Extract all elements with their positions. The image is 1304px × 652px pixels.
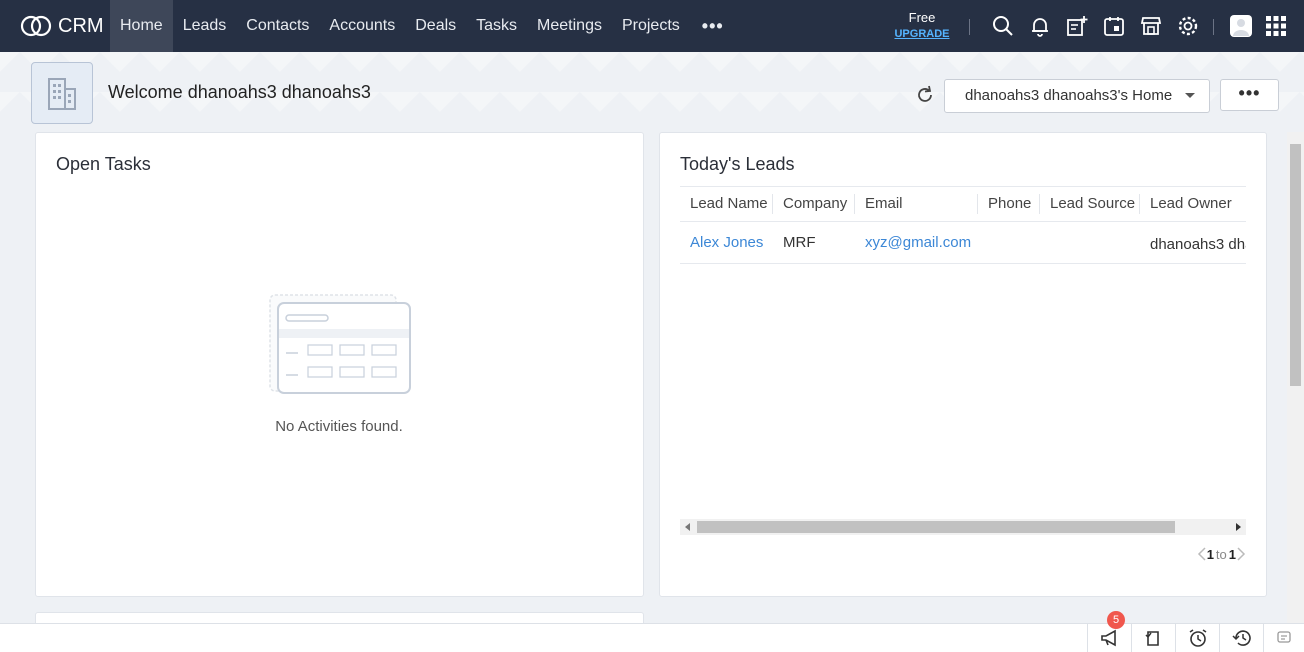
chat-icon[interactable]: [1263, 623, 1304, 652]
column-header-company[interactable]: Company: [773, 194, 855, 214]
plan-label: Free: [908, 10, 936, 25]
chevron-down-icon: [1185, 93, 1195, 98]
column-header-email[interactable]: Email: [855, 194, 978, 214]
search-icon[interactable]: [991, 14, 1015, 38]
apps-grid-icon[interactable]: [1264, 14, 1288, 38]
nav-tab-leads[interactable]: Leads: [173, 0, 237, 52]
page-to-label: to: [1215, 546, 1227, 562]
open-tasks-card: Open Tasks No Activities found.: [35, 132, 644, 597]
nav-tab-accounts[interactable]: Accounts: [319, 0, 405, 52]
refresh-icon[interactable]: [914, 84, 936, 106]
plan-info: Free UPGRADE: [892, 10, 952, 42]
add-note-icon[interactable]: [1065, 14, 1089, 38]
empty-state-text: No Activities found.: [275, 418, 403, 435]
lead-name-link[interactable]: Alex Jones: [680, 234, 773, 251]
page-vertical-scrollbar[interactable]: [1287, 132, 1304, 624]
crm-logo[interactable]: CRM: [0, 0, 110, 52]
more-options-button[interactable]: •••: [1220, 79, 1279, 111]
chevron-left-icon[interactable]: [1197, 546, 1207, 562]
pagination: 1 to 1: [1197, 546, 1246, 562]
nav-tab-tasks[interactable]: Tasks: [466, 0, 527, 52]
avatar[interactable]: [1229, 14, 1253, 38]
home-view-value: dhanoahs3 dhanoahs3's Home: [965, 87, 1173, 104]
nav-tab-home[interactable]: Home: [110, 0, 173, 52]
store-icon[interactable]: [1139, 14, 1163, 38]
leads-table: Lead Name Company Email Phone Lead Sourc…: [680, 186, 1246, 264]
home-view-dropdown[interactable]: dhanoahs3 dhanoahs3's Home: [944, 79, 1210, 113]
gear-icon[interactable]: [1176, 14, 1200, 38]
crm-logo-icon: [20, 15, 52, 37]
nav-more-button[interactable]: •••: [690, 0, 736, 52]
calendar-icon[interactable]: [1102, 14, 1126, 38]
scroll-left-icon[interactable]: [685, 523, 690, 531]
horizontal-scrollbar[interactable]: [680, 519, 1246, 535]
alarm-icon[interactable]: [1175, 623, 1219, 652]
upgrade-link[interactable]: UPGRADE: [892, 26, 952, 42]
page-to: 1: [1228, 546, 1236, 562]
page-from: 1: [1206, 546, 1214, 562]
chevron-right-icon[interactable]: [1236, 546, 1246, 562]
history-icon[interactable]: [1219, 623, 1263, 652]
scrollbar-thumb[interactable]: [1290, 144, 1301, 386]
divider: [969, 19, 970, 35]
open-tasks-title: Open Tasks: [56, 154, 151, 174]
welcome-message: Welcome dhanoahs3 dhanoahs3: [108, 82, 371, 102]
table-row: Alex Jones MRF xyz@gmail.com dhanoahs3 d…: [680, 222, 1246, 264]
checklist-icon[interactable]: [1131, 623, 1175, 652]
column-header-phone[interactable]: Phone: [978, 194, 1040, 214]
nav-tab-projects[interactable]: Projects: [612, 0, 690, 52]
nav-tab-contacts[interactable]: Contacts: [236, 0, 319, 52]
column-header-lead-name[interactable]: Lead Name: [680, 194, 773, 214]
main-nav: Home Leads Contacts Accounts Deals Tasks…: [110, 0, 736, 52]
email-link[interactable]: xyz@gmail.com: [855, 234, 978, 251]
company-cell: MRF: [783, 234, 816, 251]
nav-tab-deals[interactable]: Deals: [405, 0, 466, 52]
column-header-lead-source[interactable]: Lead Source: [1040, 194, 1140, 214]
todays-leads-card: Today's Leads Lead Name Company Email Ph…: [659, 132, 1267, 597]
divider: [1213, 19, 1214, 35]
organization-icon: [31, 62, 93, 124]
bell-icon[interactable]: [1028, 14, 1052, 38]
scroll-right-icon[interactable]: [1236, 523, 1241, 531]
column-header-lead-owner[interactable]: Lead Owner: [1140, 194, 1246, 214]
scrollbar-thumb[interactable]: [697, 521, 1175, 533]
nav-tab-meetings[interactable]: Meetings: [527, 0, 612, 52]
megaphone-icon[interactable]: [1087, 623, 1131, 652]
lead-owner-cell: dhanoahs3 dhanoahs3: [1150, 236, 1246, 253]
todays-leads-title: Today's Leads: [680, 154, 795, 174]
table-header: Lead Name Company Email Phone Lead Sourc…: [680, 186, 1246, 222]
brand-name: CRM: [58, 14, 104, 37]
empty-table-illustration-icon: [269, 294, 411, 394]
notification-badge: 5: [1107, 611, 1125, 629]
